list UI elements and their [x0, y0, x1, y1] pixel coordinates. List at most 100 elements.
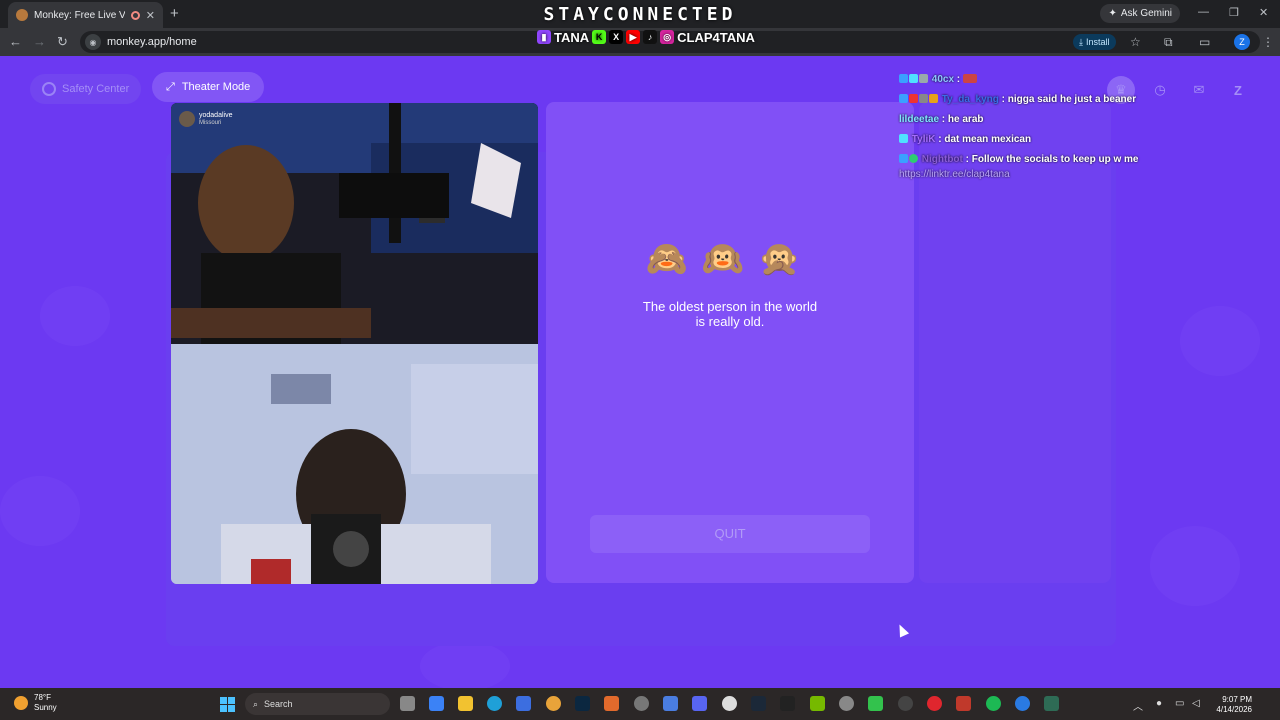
- app-icon[interactable]: [722, 696, 737, 711]
- windows-start-icon[interactable]: [220, 697, 235, 712]
- task-view-icon[interactable]: [400, 696, 415, 711]
- background-blob: [1150, 526, 1240, 606]
- remote-user-tag: yodadalive Missouri: [179, 111, 232, 127]
- weather-widget[interactable]: 78°F Sunny: [14, 693, 57, 713]
- chat-badge-icon: [899, 94, 908, 103]
- chat-message: TyliK : dat mean mexican: [899, 132, 1139, 147]
- stream-overlay-socials: ▮ TANA K X ▶ ♪ ◎ CLAP4TANA: [537, 28, 755, 46]
- app-icon[interactable]: [868, 696, 883, 711]
- windows-taskbar: 78°F Sunny ⌕ Search ︿ ● ▭ ◁ 9:07 PM 4/14…: [0, 688, 1280, 720]
- reload-icon[interactable]: ↻: [57, 34, 68, 50]
- chat-badge-icon: [919, 94, 928, 103]
- extensions-icon[interactable]: ⧉: [1164, 35, 1173, 50]
- bookmark-star-icon[interactable]: ☆: [1130, 35, 1141, 49]
- url-text: monkey.app/home: [107, 36, 197, 48]
- volume-icon[interactable]: ◁: [1192, 698, 1200, 709]
- browser-menu-icon[interactable]: ⋮: [1262, 35, 1274, 49]
- chat-link: https://linktr.ee/clap4tana: [899, 169, 1010, 180]
- copilot-icon[interactable]: [429, 696, 444, 711]
- kick-icon: K: [592, 30, 607, 44]
- app-icon[interactable]: [663, 696, 678, 711]
- chat-username: 40cx: [931, 74, 955, 85]
- taskbar-search[interactable]: ⌕ Search: [245, 693, 390, 715]
- weather-condition: Sunny: [34, 703, 57, 712]
- install-app-button[interactable]: ⤓ Install: [1073, 34, 1116, 50]
- shield-icon: [42, 82, 56, 96]
- background-blob: [0, 476, 80, 546]
- chrome-icon[interactable]: [546, 696, 561, 711]
- prompt-line-1: The oldest person in the world: [642, 299, 818, 314]
- youtube-icon: ▶: [626, 30, 641, 44]
- local-video: [171, 344, 538, 584]
- microphone-icon[interactable]: ●: [1156, 698, 1162, 709]
- nvidia-icon[interactable]: [810, 696, 825, 711]
- taskbar-clock[interactable]: 9:07 PM 4/14/2026: [1212, 695, 1252, 715]
- edge-icon[interactable]: [487, 696, 502, 711]
- network-icon[interactable]: ▭: [1175, 698, 1184, 709]
- chat-username: Nightbot: [921, 154, 963, 165]
- chat-badge-icon: [899, 74, 908, 83]
- chat-badge-icon: [909, 74, 918, 83]
- remote-user-name: yodadalive: [199, 112, 233, 119]
- app-icon[interactable]: [956, 696, 971, 711]
- verified-icon: [909, 154, 918, 163]
- theater-mode-button[interactable]: ⤢ Theater Mode: [152, 72, 265, 102]
- chat-badge-icon: [919, 74, 928, 83]
- prompt-line-2: is really old.: [695, 314, 765, 329]
- emote-icon: [962, 74, 977, 83]
- tray-chevron-icon[interactable]: ︿: [1133, 698, 1143, 713]
- site-info-icon[interactable]: ◉: [85, 34, 101, 50]
- chat-username: TyliK: [911, 134, 936, 145]
- app-icon[interactable]: [516, 696, 531, 711]
- split-view-icon[interactable]: ▭: [1199, 35, 1210, 49]
- game-card: 🙈🙉🙊 The oldest person in the world is re…: [546, 102, 914, 583]
- clock-time: 9:07 PM: [1222, 695, 1252, 704]
- chat-username: Ty_da_kyng: [941, 94, 999, 105]
- app-icon[interactable]: [898, 696, 913, 711]
- spotify-icon[interactable]: [986, 696, 1001, 711]
- stream-chat-overlay: 40cx : Ty_da_kyng : nigga said he just a…: [899, 72, 1139, 187]
- user-avatar-button[interactable]: Z: [1224, 76, 1252, 104]
- remote-user-location: Missouri: [199, 120, 222, 126]
- local-video-frame: [171, 344, 538, 584]
- clock-date: 4/14/2026: [1216, 705, 1252, 714]
- search-icon: ⌕: [253, 698, 259, 709]
- epic-games-icon[interactable]: [780, 696, 795, 711]
- steam-icon[interactable]: [751, 696, 766, 711]
- remote-user-avatar: [179, 111, 195, 127]
- twitch-handle: TANA: [554, 29, 590, 45]
- chat-text: dat mean mexican: [941, 134, 1032, 145]
- chat-badge-icon: [929, 94, 938, 103]
- remote-video: yodadalive Missouri: [171, 103, 538, 344]
- obs-icon[interactable]: [634, 696, 649, 711]
- instagram-icon: ◎: [660, 30, 675, 44]
- app-icon[interactable]: [1015, 696, 1030, 711]
- quit-button[interactable]: QUIT: [590, 515, 870, 553]
- install-label: Install: [1085, 37, 1110, 47]
- history-icon[interactable]: ◷: [1146, 76, 1174, 104]
- profile-avatar[interactable]: Z: [1234, 34, 1250, 50]
- remote-video-frame: [171, 103, 538, 344]
- opera-icon[interactable]: [927, 696, 942, 711]
- background-blob: [40, 286, 110, 346]
- photoshop-icon[interactable]: [575, 696, 590, 711]
- settings-icon[interactable]: [839, 696, 854, 711]
- chat-badge-icon: [909, 94, 918, 103]
- chat-text: nigga said he just a beaner: [1004, 94, 1137, 105]
- app-icon[interactable]: [604, 696, 619, 711]
- game-prompt: The oldest person in the world is really…: [546, 299, 914, 329]
- chat-message: Nightbot : Follow the socials to keep up…: [899, 152, 1139, 182]
- discord-icon[interactable]: [692, 696, 707, 711]
- forward-icon[interactable]: →: [33, 34, 46, 49]
- messages-icon[interactable]: ✉: [1185, 76, 1213, 104]
- safety-center-button[interactable]: Safety Center: [30, 74, 142, 104]
- monkey-emojis: 🙈🙉🙊: [645, 240, 815, 278]
- file-explorer-icon[interactable]: [458, 696, 473, 711]
- sun-icon: [14, 696, 28, 710]
- chat-message: lildeetae : he arab: [899, 112, 1139, 127]
- chat-text: Follow the socials to keep up w me: [968, 154, 1139, 165]
- background-blob: [1180, 306, 1260, 376]
- theater-mode-label: Theater Mode: [181, 81, 251, 93]
- app-icon[interactable]: [1044, 696, 1059, 711]
- back-icon[interactable]: ←: [9, 34, 22, 49]
